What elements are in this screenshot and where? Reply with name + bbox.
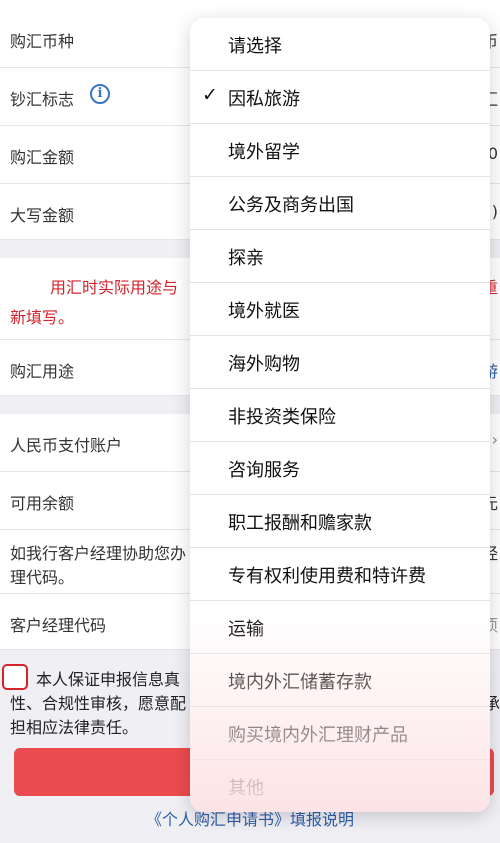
dropdown-option[interactable]: 境内外汇储蓄存款 — [190, 654, 490, 707]
dropdown-option[interactable]: 非投资类保险 — [190, 389, 490, 442]
dropdown-option-label: 公务及商务出国 — [228, 195, 354, 216]
dropdown-option-label: 境内外汇储蓄存款 — [228, 672, 372, 693]
dropdown-option-label: 因私旅游 — [228, 89, 300, 110]
dropdown-option-label: 海外购物 — [228, 354, 300, 375]
capital-amount-label: 大写金额 — [10, 206, 75, 225]
dropdown-option-label: 购买境内外汇理财产品 — [228, 725, 408, 746]
declaration-line2: 性、合规性审核，愿意配 — [10, 694, 187, 713]
dropdown-option[interactable]: 境外留学 — [190, 124, 490, 177]
dropdown-option[interactable]: 探亲 — [190, 230, 490, 283]
agree-checkbox[interactable] — [2, 664, 28, 690]
dropdown-option-label: 专有权利使用费和特许费 — [228, 566, 426, 587]
dropdown-option[interactable]: 运输 — [190, 601, 490, 654]
rmb-account-label: 人民币支付账户 — [10, 436, 123, 455]
dropdown-option-label: 境外留学 — [228, 142, 300, 163]
warning-text-line1: 用汇时实际用途与 — [50, 278, 179, 297]
dropdown-option-label: 境外就医 — [228, 301, 300, 322]
purpose-label: 购汇用途 — [10, 362, 75, 381]
dropdown-option[interactable]: 境外就医 — [190, 283, 490, 336]
dropdown-option-label: 请选择 — [228, 36, 282, 57]
currency-label: 购汇币种 — [10, 32, 75, 51]
purpose-dropdown-menu: 请选择 ✓ 因私旅游境外留学公务及商务出国 探亲境外就医海外购物非投资类保险 咨询服务职… — [190, 18, 490, 812]
cash-flag-label: 钞汇标志 — [10, 90, 75, 109]
declaration-line1: 本人保证申报信息真 — [36, 670, 181, 689]
dropdown-option-label: 运输 — [228, 619, 264, 640]
manager-help-line2: 理代码。 — [10, 568, 75, 587]
dropdown-option[interactable]: 职工报酬和赡家款 — [190, 495, 490, 548]
capital-amount-value: ) — [491, 202, 498, 221]
amount-label: 购汇金额 — [10, 148, 75, 167]
declaration-line3: 担相应法律责任。 — [10, 718, 139, 737]
balance-label: 可用余额 — [10, 494, 75, 513]
dropdown-option[interactable]: ✓ 因私旅游 — [190, 71, 490, 124]
dropdown-option-label: 职工报酬和赡家款 — [228, 513, 372, 534]
dropdown-option[interactable]: 海外购物 — [190, 336, 490, 389]
dropdown-option[interactable]: 购买境内外汇理财产品 — [190, 707, 490, 760]
dropdown-option-label: 非投资类保险 — [228, 407, 336, 428]
info-icon[interactable]: i — [90, 84, 110, 104]
dropdown-option[interactable]: 请选择 — [190, 18, 490, 71]
manager-help-line1: 如我行客户经理协助您办 — [10, 544, 187, 563]
dropdown-option-label: 探亲 — [228, 248, 264, 269]
dropdown-option-label: 其他 — [228, 778, 264, 799]
dropdown-option-label: 咨询服务 — [228, 460, 300, 481]
dropdown-option[interactable]: 其他 — [190, 760, 490, 812]
dropdown-option[interactable]: 公务及商务出国 — [190, 177, 490, 230]
checkmark-icon: ✓ — [202, 84, 218, 106]
dropdown-option[interactable]: 专有权利使用费和特许费 — [190, 548, 490, 601]
dropdown-option[interactable]: 咨询服务 — [190, 442, 490, 495]
chevron-right-icon[interactable]: › — [492, 430, 498, 449]
manager-code-label: 客户经理代码 — [10, 616, 107, 635]
warning-text-line2: 新填写。 — [10, 308, 75, 327]
